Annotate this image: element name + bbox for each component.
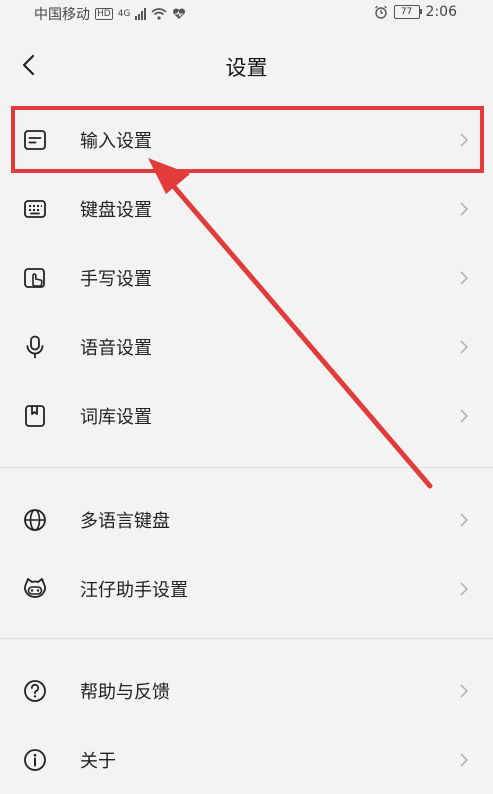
menu-item-label: 语音设置 (80, 338, 152, 359)
chevron-right-icon (460, 684, 468, 698)
chevron-right-icon (460, 409, 468, 423)
menu-item-input-settings[interactable]: 输入设置 (0, 105, 493, 174)
menu-item-label: 词库设置 (80, 407, 152, 428)
menu-item-help-feedback[interactable]: 帮助与反馈 (0, 656, 493, 725)
menu-item-label: 帮助与反馈 (80, 682, 170, 703)
signal-icon (135, 8, 147, 20)
menu-item-about[interactable]: 关于 (0, 725, 493, 794)
app-header: 设置 (0, 40, 493, 96)
assistant-mascot-icon (24, 578, 46, 598)
globe-icon (24, 509, 46, 531)
menu-item-label: 关于 (80, 751, 116, 772)
menu-item-label: 多语言键盘 (80, 511, 170, 532)
menu-item-label: 手写设置 (80, 269, 152, 290)
menu-item-multilingual-keyboard[interactable]: 多语言键盘 (0, 485, 493, 554)
section-divider (0, 638, 493, 639)
menu-item-handwriting-settings[interactable]: 手写设置 (0, 243, 493, 312)
chevron-right-icon (460, 340, 468, 354)
help-icon (24, 680, 46, 702)
clock-time: 2:06 (425, 4, 457, 20)
dictionary-icon (25, 405, 45, 427)
chevron-right-icon (460, 271, 468, 285)
keyboard-icon (24, 200, 46, 218)
alarm-icon (374, 5, 387, 19)
hd-badge: HD (95, 8, 113, 20)
health-heart-icon (173, 8, 186, 19)
menu-item-label: 键盘设置 (80, 200, 152, 221)
battery-icon: 77 (393, 5, 422, 19)
handwriting-icon (24, 268, 45, 288)
settings-group-help: 帮助与反馈 关于 (0, 656, 493, 794)
chevron-right-icon (460, 202, 468, 216)
info-icon (24, 749, 46, 771)
chevron-right-icon (460, 133, 468, 147)
section-divider (0, 467, 493, 468)
menu-item-keyboard-settings[interactable]: 键盘设置 (0, 174, 493, 243)
microphone-icon (26, 335, 44, 359)
settings-group-features: 多语言键盘 汪仔助手设置 (0, 485, 493, 623)
settings-group-input: 输入设置 键盘设置 手写设置 语音设置 词库设置 (0, 105, 493, 450)
menu-item-dictionary-settings[interactable]: 词库设置 (0, 381, 493, 450)
carrier-name: 中国移动 (34, 7, 90, 23)
network-type: 4G (117, 9, 131, 19)
chevron-right-icon (460, 513, 468, 527)
status-bar: 中国移动 HD 4G 77 2:06 (0, 0, 493, 30)
wifi-icon (151, 8, 167, 20)
chevron-right-icon (460, 753, 468, 767)
menu-item-label: 输入设置 (80, 131, 152, 152)
chevron-right-icon (460, 582, 468, 596)
input-settings-icon (24, 130, 46, 150)
menu-item-assistant-settings[interactable]: 汪仔助手设置 (0, 554, 493, 623)
page-title: 设置 (225, 56, 268, 80)
menu-item-label: 汪仔助手设置 (80, 580, 188, 601)
menu-item-voice-settings[interactable]: 语音设置 (0, 312, 493, 381)
